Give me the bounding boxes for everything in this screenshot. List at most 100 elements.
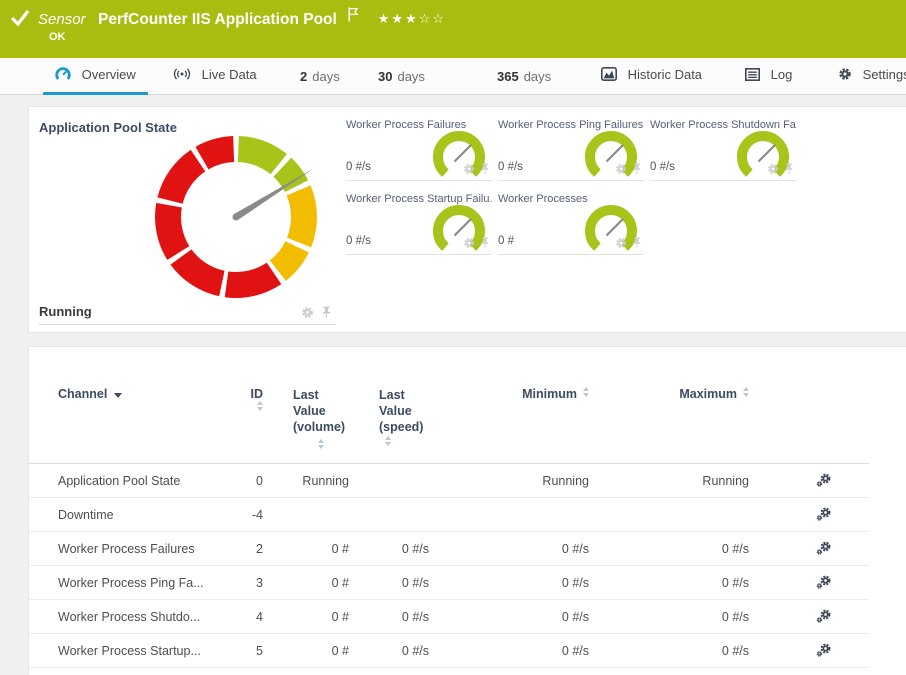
- tab-label: Overview: [82, 67, 136, 82]
- tab-2-days[interactable]: 2days: [288, 60, 352, 94]
- priority-flag-icon[interactable]: [348, 7, 359, 22]
- tab-number: 30: [378, 69, 392, 84]
- mini-gear-icon[interactable]: [767, 163, 779, 175]
- minimum-value: 0 #/s: [459, 600, 619, 634]
- sort-arrows-icon: [743, 387, 749, 397]
- gauge-actions: [301, 306, 332, 319]
- maximum-value: 0 #: [619, 668, 779, 675]
- column-header-last-value-speed[interactable]: Last Value (speed): [379, 387, 459, 464]
- tab-number: 2: [300, 69, 307, 84]
- tab-label: days: [397, 69, 424, 84]
- sort-arrows-icon: [583, 387, 589, 397]
- tab-live-data[interactable]: Live Data: [161, 58, 269, 94]
- mini-pin-icon[interactable]: [784, 163, 794, 174]
- page-content: Application Pool State Running Worker Pr…: [0, 106, 906, 675]
- tab-bar: Overview Live Data 2days 30days 365days …: [0, 58, 906, 95]
- channel-name: Worker Processes: [29, 668, 243, 675]
- channels-table-panel: Channel ID Last Value (volume) Last Valu…: [28, 346, 906, 675]
- column-header-maximum[interactable]: Maximum: [619, 387, 779, 464]
- channel-settings-gears-icon[interactable]: [815, 472, 833, 489]
- divider: [39, 324, 336, 325]
- last-value-speed: 0 #/s: [379, 566, 459, 600]
- mini-gauge-value: 0 #/s: [498, 161, 523, 173]
- minimum-value: Running: [459, 464, 619, 498]
- sensor-status-badge: OK: [49, 31, 66, 43]
- tab-label: Live Data: [202, 67, 257, 82]
- table-row: Worker Process Ping Fa... 3 0 # 0 #/s 0 …: [29, 566, 869, 600]
- gauge-pin-icon[interactable]: [321, 306, 332, 318]
- last-value-speed: 0 #/s: [379, 634, 459, 668]
- sort-arrows-icon: [318, 439, 325, 449]
- column-header-minimum[interactable]: Minimum: [459, 387, 619, 464]
- tab-365-days[interactable]: 365days: [485, 60, 563, 94]
- application-pool-state-gauge: [151, 132, 321, 302]
- priority-stars-rating[interactable]: ★★★☆☆: [378, 11, 446, 26]
- prtg-sensor-page: Sensor PerfCounter IIS Application Pool …: [0, 0, 906, 675]
- tab-historic-data[interactable]: Historic Data: [589, 58, 714, 94]
- mini-gauge-value: 0 #/s: [650, 161, 675, 173]
- last-value-volume: 0 #: [293, 532, 379, 566]
- sort-caret-icon: [114, 393, 122, 398]
- channel-settings-gears-icon[interactable]: [815, 608, 833, 625]
- last-value-volume: Running: [293, 464, 379, 498]
- column-label: (volume): [293, 420, 345, 434]
- channel-settings-gears-icon[interactable]: [815, 642, 833, 659]
- mini-pin-icon[interactable]: [480, 237, 490, 248]
- channel-id: 1: [243, 668, 293, 675]
- column-header-last-value-volume[interactable]: Last Value (volume): [293, 387, 379, 464]
- mini-gauge-cell: Worker Process Failures 0 #/s: [346, 114, 492, 181]
- sort-arrows-icon: [385, 436, 391, 446]
- column-label: Maximum: [679, 387, 737, 401]
- last-value-speed: 0 #/s: [379, 600, 459, 634]
- column-label: Last Value: [293, 388, 326, 418]
- channel-id: 2: [243, 532, 293, 566]
- column-header-channel[interactable]: Channel: [29, 387, 243, 464]
- maximum-value: 0 #/s: [619, 566, 779, 600]
- mini-gear-icon[interactable]: [463, 237, 475, 249]
- channel-id: 4: [243, 600, 293, 634]
- table-header-row: Channel ID Last Value (volume) Last Valu…: [29, 387, 869, 464]
- channel-id: 0: [243, 464, 293, 498]
- gauge-dial-icon: [55, 66, 71, 84]
- mini-gauge-cell: Worker Process Ping Failures 0 #/s: [498, 114, 644, 181]
- mini-gauge-value: 0 #: [498, 235, 514, 247]
- tab-overview[interactable]: Overview: [43, 57, 148, 94]
- table-row: Downtime -4: [29, 498, 869, 532]
- minimum-value: [459, 498, 619, 532]
- table-row: Application Pool State 0 Running Running…: [29, 464, 869, 498]
- last-value-speed: [379, 668, 459, 675]
- channel-settings-gears-icon[interactable]: [815, 574, 833, 591]
- mini-gear-icon[interactable]: [615, 163, 627, 175]
- maximum-value: 0 #/s: [619, 532, 779, 566]
- channel-settings-gears-icon[interactable]: [815, 540, 833, 557]
- primary-channel-value: Running: [39, 304, 92, 319]
- channel-settings-gears-icon[interactable]: [815, 506, 833, 523]
- table-row: Worker Process Failures 2 0 # 0 #/s 0 #/…: [29, 532, 869, 566]
- mini-gear-icon[interactable]: [615, 237, 627, 249]
- mini-pin-icon[interactable]: [480, 163, 490, 174]
- tab-label: days: [524, 69, 551, 84]
- broadcast-icon: [173, 67, 191, 84]
- mini-pin-icon[interactable]: [632, 237, 642, 248]
- sort-arrows-icon: [257, 401, 263, 411]
- log-list-icon: [745, 68, 760, 84]
- channel-name: Downtime: [29, 498, 243, 532]
- tab-30-days[interactable]: 30 days: [366, 60, 437, 94]
- tab-label: Settings: [863, 67, 906, 82]
- channel-id: -4: [243, 498, 293, 532]
- column-label: Channel: [58, 387, 107, 401]
- mini-gear-icon[interactable]: [463, 163, 475, 175]
- minimum-value: 0 #/s: [459, 566, 619, 600]
- gauge-settings-gear-icon[interactable]: [301, 306, 314, 319]
- channel-name: Worker Process Ping Fa...: [29, 566, 243, 600]
- mini-gauge-cell: Worker Process Startup Failu... 0 #/s: [346, 188, 492, 255]
- column-label: Minimum: [522, 387, 577, 401]
- sensor-title: PerfCounter IIS Application Pool: [98, 11, 337, 28]
- minimum-value: 0 #: [459, 668, 619, 675]
- column-header-id[interactable]: ID: [243, 387, 293, 464]
- mini-pin-icon[interactable]: [632, 163, 642, 174]
- table-row: Worker Process Shutdo... 4 0 # 0 #/s 0 #…: [29, 600, 869, 634]
- tab-log[interactable]: Log: [733, 58, 804, 94]
- mini-gauge-cell: Worker Processes 0 #: [498, 188, 644, 255]
- tab-settings[interactable]: Settings: [826, 58, 906, 94]
